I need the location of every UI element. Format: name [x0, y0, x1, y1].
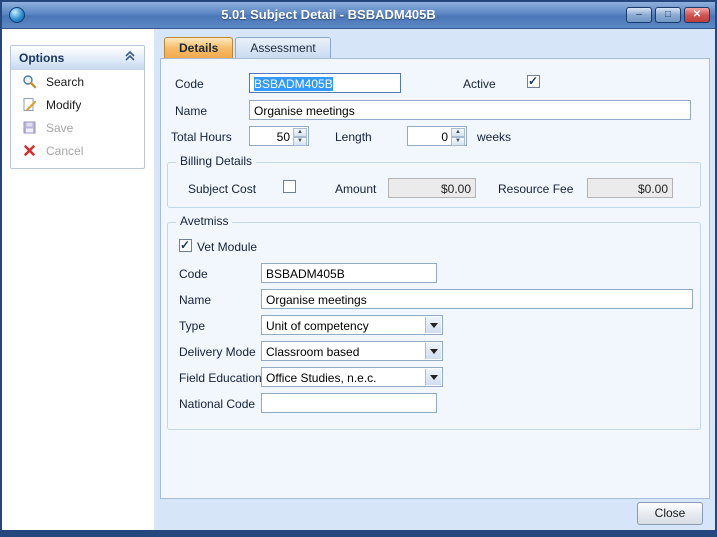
length-value: 0 [441, 130, 448, 144]
type-label: Type [179, 319, 205, 333]
details-tab-page: Code BSBADM405B Active Name Organise mee… [160, 58, 710, 499]
length-down-icon[interactable]: ▼ [451, 137, 465, 146]
vet-module-checkbox[interactable] [179, 239, 192, 252]
active-checkbox[interactable] [527, 75, 540, 88]
options-panel-title: Options [19, 51, 64, 65]
billing-details-title: Billing Details [176, 154, 256, 168]
close-button[interactable]: Close [637, 502, 703, 525]
delivery-mode-dropdown[interactable]: Classroom based [261, 341, 443, 361]
name-label: Name [175, 104, 207, 118]
options-panel: Options Search [10, 45, 145, 169]
vet-module-label: Vet Module [197, 240, 257, 254]
type-value: Unit of competency [266, 319, 369, 333]
minimize-button[interactable]: – [626, 7, 652, 23]
amount-label: Amount [335, 182, 376, 196]
avetmiss-code-input[interactable]: BSBADM405B [261, 263, 437, 283]
name-input[interactable]: Organise meetings [249, 100, 691, 120]
sidebar-item-label: Save [46, 121, 73, 135]
title-bar[interactable]: 5.01 Subject Detail - BSBADM405B – □ ✕ [2, 2, 715, 29]
options-panel-header[interactable]: Options [11, 46, 144, 70]
subject-cost-label: Subject Cost [188, 182, 256, 196]
cancel-icon [22, 143, 37, 158]
delivery-mode-label: Delivery Mode [179, 345, 256, 359]
sidebar-item-label: Cancel [46, 144, 83, 158]
tab-details[interactable]: Details [164, 37, 233, 58]
national-code-label: National Code [179, 397, 255, 411]
type-dropdown-arrow-icon[interactable] [425, 317, 441, 333]
app-icon [9, 7, 25, 23]
national-code-input[interactable] [261, 393, 437, 413]
length-label: Length [335, 130, 372, 144]
close-window-button[interactable]: ✕ [684, 7, 710, 23]
window-title: 5.01 Subject Detail - BSBADM405B [42, 2, 615, 29]
weeks-label: weeks [477, 130, 511, 144]
sidebar-item-cancel[interactable]: Cancel [11, 139, 144, 162]
maximize-button[interactable]: □ [655, 7, 681, 23]
sidebar-item-modify[interactable]: Modify [11, 93, 144, 116]
field-education-label: Field Education [179, 371, 262, 385]
resource-fee-label: Resource Fee [498, 182, 573, 196]
window-controls: – □ ✕ [626, 7, 710, 23]
main-area: Details Assessment Code BSBADM405B Activ… [154, 29, 715, 530]
collapse-chevron-icon[interactable] [124, 50, 136, 65]
field-education-dropdown[interactable]: Office Studies, n.e.c. [261, 367, 443, 387]
total-hours-up-icon[interactable]: ▲ [293, 128, 307, 137]
tab-assessment[interactable]: Assessment [235, 37, 330, 58]
sidebar-item-search[interactable]: Search [11, 70, 144, 93]
sidebar-item-save[interactable]: Save [11, 116, 144, 139]
total-hours-stepper[interactable]: 50 ▲ ▼ [249, 126, 309, 146]
sidebar-item-label: Search [46, 75, 84, 89]
tab-bar: Details Assessment [164, 37, 333, 58]
avetmiss-code-label: Code [179, 267, 208, 281]
code-label: Code [175, 77, 204, 91]
avetmiss-title: Avetmiss [176, 214, 232, 228]
field-education-value: Office Studies, n.e.c. [266, 371, 377, 385]
avetmiss-name-label: Name [179, 293, 211, 307]
subject-cost-checkbox[interactable] [283, 180, 296, 193]
total-hours-value: 50 [277, 130, 290, 144]
search-icon [22, 74, 37, 89]
avetmiss-name-input[interactable]: Organise meetings [261, 289, 693, 309]
active-label: Active [463, 77, 496, 91]
client-area: Options Search [2, 29, 715, 530]
length-up-icon[interactable]: ▲ [451, 128, 465, 137]
save-icon [22, 120, 37, 135]
code-input[interactable]: BSBADM405B [249, 73, 401, 93]
length-stepper[interactable]: 0 ▲ ▼ [407, 126, 467, 146]
delivery-mode-dropdown-arrow-icon[interactable] [425, 343, 441, 359]
modify-icon [22, 97, 37, 112]
total-hours-label: Total Hours [171, 130, 232, 144]
code-selected-text: BSBADM405B [254, 77, 333, 91]
field-education-dropdown-arrow-icon[interactable] [425, 369, 441, 385]
amount-input: $0.00 [388, 178, 476, 198]
delivery-mode-value: Classroom based [266, 345, 359, 359]
sidebar-item-label: Modify [46, 98, 81, 112]
total-hours-down-icon[interactable]: ▼ [293, 137, 307, 146]
dialog-window: 5.01 Subject Detail - BSBADM405B – □ ✕ O… [0, 0, 717, 537]
resource-fee-input: $0.00 [587, 178, 673, 198]
type-dropdown[interactable]: Unit of competency [261, 315, 443, 335]
